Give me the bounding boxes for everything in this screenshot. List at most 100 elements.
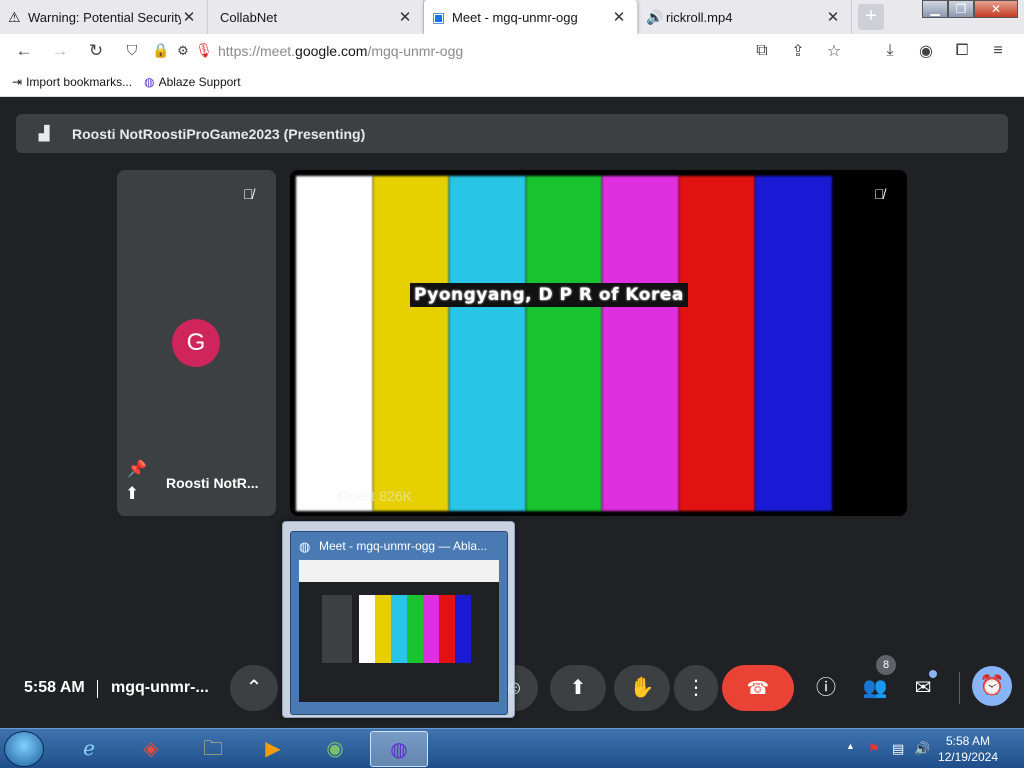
microphone-icon[interactable]: 🎙 bbox=[194, 42, 214, 59]
lock-icon[interactable]: 🔒 bbox=[150, 42, 172, 59]
color-bar bbox=[372, 176, 450, 511]
url-domain: google.com bbox=[295, 42, 368, 59]
permissions-icon[interactable]: ⚙ bbox=[172, 43, 194, 59]
system-clock[interactable]: 5:58 AM 12/19/2024 bbox=[938, 733, 998, 765]
account-icon[interactable]: ◉ bbox=[908, 41, 944, 61]
color-bar bbox=[449, 176, 526, 511]
people-icon[interactable]: 👥 bbox=[859, 672, 891, 704]
network-globe-icon[interactable]: ◉ bbox=[308, 731, 362, 767]
close-window-button[interactable]: ✕ bbox=[974, 0, 1018, 18]
bookmark-import[interactable]: ⇥ Import bookmarks... bbox=[12, 75, 132, 89]
color-bar bbox=[296, 176, 373, 511]
close-icon[interactable]: ✕ bbox=[611, 8, 627, 26]
preview-window[interactable]: ◍ Meet - mgq-unmr-ogg — Abla... bbox=[290, 531, 508, 715]
volume-icon[interactable]: 🔊 bbox=[914, 741, 930, 757]
pin-icon[interactable]: ⚲ bbox=[304, 488, 314, 505]
ablaze-browser-icon[interactable]: ◍ bbox=[370, 731, 428, 767]
preview-title: Meet - mgq-unmr-ogg — Abla... bbox=[319, 539, 488, 553]
tab-meet[interactable]: ▣ Meet - mgq-unmr-ogg ✕ bbox=[424, 0, 638, 34]
maximize-button[interactable]: ❐ bbox=[948, 0, 974, 18]
bookmarks-bar: ⇥ Import bookmarks... ◍ Ablaze Support bbox=[0, 67, 1024, 97]
tray-expand-icon[interactable]: ▲ bbox=[846, 741, 855, 751]
share-icon[interactable]: ⇪ bbox=[780, 41, 816, 61]
chat-notification-dot bbox=[929, 670, 937, 678]
new-tab-button[interactable]: + bbox=[858, 4, 884, 30]
tab-rickroll[interactable]: 🔊 rickroll.mp4 ✕ bbox=[638, 0, 852, 34]
tab-collabnet[interactable]: CollabNet ✕ bbox=[208, 0, 424, 34]
presenter-icon: ▟ bbox=[38, 125, 50, 141]
warning-icon: ⚠ bbox=[8, 8, 21, 25]
separator bbox=[959, 672, 960, 704]
raise-hand-button[interactable]: ✋ bbox=[614, 665, 670, 711]
meet-icon: ▣ bbox=[432, 8, 446, 25]
info-icon[interactable]: ⓘ bbox=[810, 672, 842, 704]
extensions-icon[interactable]: ⧠ bbox=[944, 42, 980, 60]
network-icon[interactable]: ▤ bbox=[892, 741, 904, 757]
close-icon[interactable]: ✕ bbox=[181, 8, 197, 26]
video-caption: Pyongyang, D P R of Korea bbox=[410, 283, 688, 307]
people-count-badge: 8 bbox=[876, 655, 896, 675]
bookmark-label: Import bookmarks... bbox=[26, 74, 133, 89]
file-explorer-icon[interactable]: 🗀 bbox=[186, 731, 240, 767]
reload-icon[interactable]: ↻ bbox=[78, 41, 114, 61]
system-time: 5:58 AM bbox=[945, 734, 990, 748]
bookmark-star-icon[interactable]: ☆ bbox=[816, 41, 852, 61]
ablaze-icon: ◍ bbox=[144, 74, 155, 89]
ablaze-icon: ◍ bbox=[299, 539, 311, 554]
color-bar bbox=[525, 176, 603, 511]
url-path: /mgq-unmr-ogg bbox=[367, 42, 464, 59]
speaker-icon[interactable]: 🔊 bbox=[646, 9, 666, 26]
presentation-tile[interactable]: Pyongyang, D P R of Korea 🎙̸ ⚲ Guest 826… bbox=[290, 170, 907, 516]
thumbnail-color-bars bbox=[359, 595, 471, 663]
tab-title: Meet - mgq-unmr-ogg bbox=[452, 9, 578, 25]
avatar: G bbox=[172, 319, 220, 367]
bookmark-ablaze[interactable]: ◍ Ablaze Support bbox=[144, 75, 241, 89]
tab-security-warning[interactable]: ⚠ Warning: Potential Security Ri ✕ bbox=[0, 0, 208, 34]
minimize-button[interactable]: ▁ bbox=[922, 0, 948, 18]
thumbnail-participant-tile bbox=[322, 595, 352, 663]
presenting-banner: ▟ Roosti NotRoostiProGame2023 (Presentin… bbox=[16, 114, 1008, 153]
color-bar bbox=[678, 176, 756, 511]
taskbar-window-preview[interactable]: ◍ Meet - mgq-unmr-ogg — Abla... bbox=[282, 521, 515, 718]
color-bars-video bbox=[296, 176, 833, 511]
action-center-icon[interactable]: ⚑ bbox=[868, 741, 880, 757]
mic-off-icon: 🎙̸ bbox=[874, 186, 885, 202]
internet-explorer-icon[interactable]: ℯ bbox=[62, 731, 116, 767]
leave-call-button[interactable]: ☎ bbox=[722, 665, 794, 711]
import-icon: ⇥ bbox=[12, 74, 23, 89]
forward-icon[interactable]: → bbox=[42, 41, 78, 61]
color-bar bbox=[602, 176, 679, 511]
url-bar[interactable]: https://meet.google.com/mgq-unmr-ogg bbox=[218, 43, 463, 59]
color-bar bbox=[755, 176, 833, 511]
back-icon[interactable]: ← bbox=[6, 41, 42, 61]
menu-icon[interactable]: ≡ bbox=[980, 42, 1016, 60]
expand-options-button[interactable]: ⌃ bbox=[230, 665, 278, 711]
app-icon[interactable]: ◈ bbox=[124, 731, 178, 767]
toolbar-right: ⧉ ⇪ ☆ ⤓ ◉ ⧠ ≡ bbox=[744, 34, 1016, 67]
windows-taskbar: ℯ ◈ 🗀 ▶ ◉ ◍ ▲ ⚑ ▤ 🔊 5:58 AM 12/19/2024 bbox=[0, 728, 1024, 768]
close-icon[interactable]: ✕ bbox=[825, 8, 841, 26]
alarm-clock-icon[interactable]: ⏰ bbox=[972, 666, 1012, 706]
present-button[interactable]: ⬆ bbox=[550, 665, 606, 711]
close-icon[interactable]: ✕ bbox=[397, 8, 413, 26]
participant-tile[interactable]: 🎙̸ G 📌 ⬆ Roosti NotR... bbox=[117, 170, 276, 516]
media-player-icon[interactable]: ▶ bbox=[246, 731, 300, 767]
pin-icon[interactable]: 📌 bbox=[127, 459, 147, 479]
preview-thumbnail bbox=[299, 560, 499, 702]
picture-in-picture-icon[interactable]: ⧉ bbox=[744, 42, 780, 60]
shield-icon[interactable]: ⛉ bbox=[114, 42, 150, 59]
presenting-label: Roosti NotRoostiProGame2023 (Presenting) bbox=[72, 125, 366, 142]
downloads-icon[interactable]: ⤓ bbox=[872, 42, 908, 60]
more-options-button[interactable]: ⋮ bbox=[674, 665, 718, 711]
separator bbox=[97, 680, 98, 698]
system-date: 12/19/2024 bbox=[937, 750, 998, 764]
mic-off-icon: 🎙̸ bbox=[243, 186, 254, 202]
start-button[interactable] bbox=[4, 731, 44, 767]
url-prefix: https://meet. bbox=[218, 42, 296, 59]
tab-title: Warning: Potential Security Ri bbox=[28, 9, 181, 25]
tab-title: rickroll.mp4 bbox=[666, 9, 733, 25]
participant-name: Roosti NotR... bbox=[166, 475, 259, 491]
present-screen-icon: ⬆ bbox=[125, 484, 140, 503]
meeting-time: 5:58 AM bbox=[24, 679, 85, 696]
bookmark-label: Ablaze Support bbox=[158, 74, 241, 89]
